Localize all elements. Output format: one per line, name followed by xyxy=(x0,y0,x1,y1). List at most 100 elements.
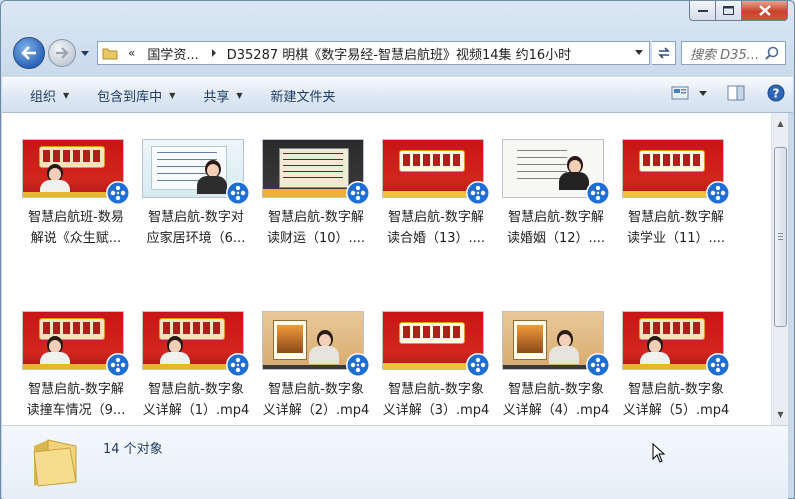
search-placeholder: 搜索 D35... xyxy=(690,47,760,63)
navigation-bar: « 国学资... D35287 明棋《数字易经-智慧启航班》视频14集 约16小… xyxy=(11,37,786,69)
folder-icon xyxy=(102,48,118,59)
file-item[interactable]: 智慧启航-数字象 义详解（2）.mp4 xyxy=(259,311,379,425)
view-icon xyxy=(671,86,689,100)
video-file-icon xyxy=(586,353,610,377)
folder-icon xyxy=(33,439,77,487)
chevron-down-icon xyxy=(81,50,89,56)
video-file-icon xyxy=(106,181,130,205)
maximize-button[interactable] xyxy=(716,1,742,21)
chevron-down-icon: ▼ xyxy=(236,90,243,100)
preview-pane-icon xyxy=(727,85,745,101)
file-item[interactable]: 智慧启航-数字象 义详解（5）.mp4 xyxy=(619,311,739,425)
minimize-icon xyxy=(697,9,708,12)
help-button[interactable]: ? xyxy=(767,84,785,102)
search-input[interactable]: 搜索 D35... xyxy=(681,41,786,65)
mouse-cursor-icon xyxy=(652,443,666,463)
scrollbar-thumb[interactable] xyxy=(774,147,787,327)
arrow-right-icon xyxy=(56,47,69,59)
vertical-scrollbar[interactable]: ▲ ▼ xyxy=(771,113,788,425)
file-item[interactable]: 智慧启航-数字解 读学业（11）.... xyxy=(619,139,739,269)
file-name-line: 智慧启航-数字象 xyxy=(508,382,604,397)
organize-label: 组织 xyxy=(30,89,57,105)
file-name-line: 智慧启航-数字象 xyxy=(388,382,484,397)
file-name-line: 智慧启航-数字解 xyxy=(28,382,124,397)
video-file-icon xyxy=(586,181,610,205)
file-name-line: 智慧启航-数字解 xyxy=(628,210,724,225)
file-item[interactable]: 智慧启航-数字象 义详解（3）.mp4 xyxy=(379,311,499,425)
help-icon: ? xyxy=(767,84,785,102)
file-grid: 智慧启航班-数易 解说《众生赋... 智慧启航-数字对 应家居环境（6... 智慧启航-… xyxy=(19,139,739,425)
search-icon xyxy=(765,46,779,60)
refresh-icon xyxy=(657,47,670,59)
minimize-button[interactable] xyxy=(689,1,716,21)
file-name-line: 智慧启航-数字解 xyxy=(388,210,484,225)
address-bar[interactable]: « 国学资... D35287 明棋《数字易经-智慧启航班》视频14集 约16小… xyxy=(97,41,650,65)
file-name-line: 读婚姻（12）.... xyxy=(506,231,606,246)
preview-pane-button[interactable] xyxy=(727,85,745,101)
svg-text:?: ? xyxy=(773,87,780,101)
explorer-window: « 国学资... D35287 明棋《数字易经-智慧启航班》视频14集 约16小… xyxy=(0,0,795,499)
close-button[interactable] xyxy=(742,1,788,21)
file-name-line: 义详解（5）.mp4 xyxy=(622,403,730,418)
file-name: 智慧启航-数字解 读撞车情况（9... xyxy=(19,379,133,421)
scroll-down-arrow-icon[interactable]: ▼ xyxy=(772,406,789,423)
item-count: 14 个对象 xyxy=(103,442,163,457)
breadcrumb-separator-icon[interactable] xyxy=(209,49,221,57)
share-menu[interactable]: 共享 ▼ xyxy=(203,86,242,105)
details-pane: 14 个对象 xyxy=(2,425,788,499)
include-in-library-menu[interactable]: 包含到库中 ▼ xyxy=(97,86,175,105)
file-name-line: 读财运（10）.... xyxy=(266,231,366,246)
file-name-line: 读学业（11）.... xyxy=(626,231,726,246)
maximize-icon xyxy=(723,6,734,15)
file-item[interactable]: 智慧启航-数字象 义详解（1）.mp4 xyxy=(139,311,259,425)
file-name-line: 读合婚（13）.... xyxy=(386,231,486,246)
file-name-line: 智慧启航-数字象 xyxy=(628,382,724,397)
file-name: 智慧启航-数字解 读合婚（13）.... xyxy=(379,207,493,249)
video-file-icon xyxy=(106,353,130,377)
file-name-line: 应家居环境（6... xyxy=(146,231,246,246)
address-dropdown-icon[interactable] xyxy=(635,50,643,55)
file-item[interactable]: 智慧启航-数字对 应家居环境（6... xyxy=(139,139,259,269)
file-item[interactable]: 智慧启航-数字解 读合婚（13）.... xyxy=(379,139,499,269)
file-name-line: 解说《众生赋... xyxy=(30,231,122,246)
change-view-button[interactable] xyxy=(671,86,707,100)
file-name-line: 智慧启航-数字象 xyxy=(148,382,244,397)
video-file-icon xyxy=(346,353,370,377)
scroll-up-arrow-icon[interactable]: ▲ xyxy=(772,115,789,132)
file-name: 智慧启航班-数易 解说《众生赋... xyxy=(19,207,133,249)
breadcrumb-overflow[interactable]: « xyxy=(128,46,135,60)
file-item[interactable]: 智慧启航-数字解 读财运（10）.... xyxy=(259,139,379,269)
file-item[interactable]: 智慧启航-数字解 读婚姻（12）.... xyxy=(499,139,619,269)
video-file-icon xyxy=(706,353,730,377)
back-button[interactable] xyxy=(13,37,45,69)
new-folder-button[interactable]: 新建文件夹 xyxy=(271,86,336,105)
file-name: 智慧启航-数字象 义详解（5）.mp4 xyxy=(619,379,733,421)
arrow-left-icon xyxy=(21,46,36,60)
new-folder-label: 新建文件夹 xyxy=(270,89,336,105)
file-name-line: 智慧启航-数字解 xyxy=(268,210,364,225)
video-file-icon xyxy=(706,181,730,205)
file-item[interactable]: 智慧启航-数字解 读撞车情况（9... xyxy=(19,311,139,425)
organize-menu[interactable]: 组织 ▼ xyxy=(30,86,69,105)
breadcrumb-current[interactable]: D35287 明棋《数字易经-智慧启航班》视频14集 约16小时 xyxy=(227,44,571,63)
file-item[interactable]: 智慧启航班-数易 解说《众生赋... xyxy=(19,139,139,269)
file-name-line: 读撞车情况（9... xyxy=(26,403,126,418)
recent-pages-button[interactable] xyxy=(78,45,92,61)
file-name: 智慧启航-数字象 义详解（4）.mp4 xyxy=(499,379,613,421)
caption-buttons xyxy=(689,1,788,21)
file-name-line: 义详解（4）.mp4 xyxy=(502,403,610,418)
forward-button[interactable] xyxy=(48,39,76,67)
command-bar: 组织 ▼ 包含到库中 ▼ 共享 ▼ 新建文件夹 ? xyxy=(2,77,793,113)
close-icon xyxy=(758,5,771,16)
breadcrumb-parent[interactable]: 国学资... xyxy=(147,44,198,63)
file-name-line: 智慧启航班-数易 xyxy=(28,210,124,225)
video-file-icon xyxy=(226,181,250,205)
share-label: 共享 xyxy=(203,89,230,105)
file-item[interactable]: 智慧启航-数字象 义详解（4）.mp4 xyxy=(499,311,619,425)
file-list-pane[interactable]: 智慧启航班-数易 解说《众生赋... 智慧启航-数字对 应家居环境（6... 智慧启航-… xyxy=(2,113,771,425)
chevron-down-icon: ▼ xyxy=(63,90,70,100)
chevron-down-icon xyxy=(699,90,707,96)
refresh-button[interactable] xyxy=(652,41,676,65)
file-name-line: 智慧启航-数字象 xyxy=(268,382,364,397)
file-name: 智慧启航-数字解 读财运（10）.... xyxy=(259,207,373,249)
